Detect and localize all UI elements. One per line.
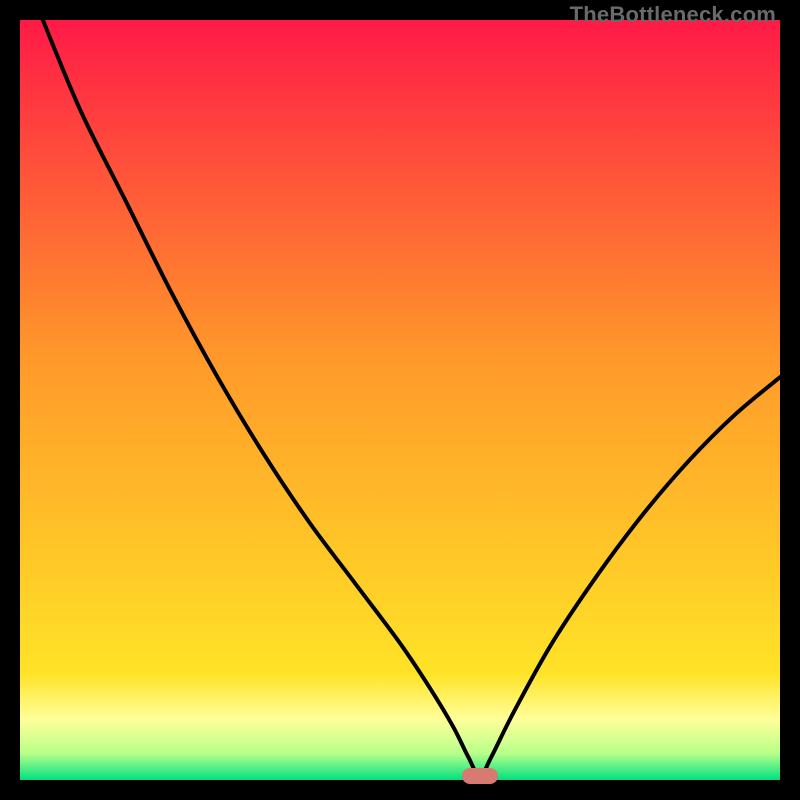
chart-frame [20,20,780,780]
watermark-text: TheBottleneck.com [570,2,776,28]
bottleneck-chart [20,20,780,780]
optimal-marker [462,768,498,784]
gradient-background [20,20,780,780]
